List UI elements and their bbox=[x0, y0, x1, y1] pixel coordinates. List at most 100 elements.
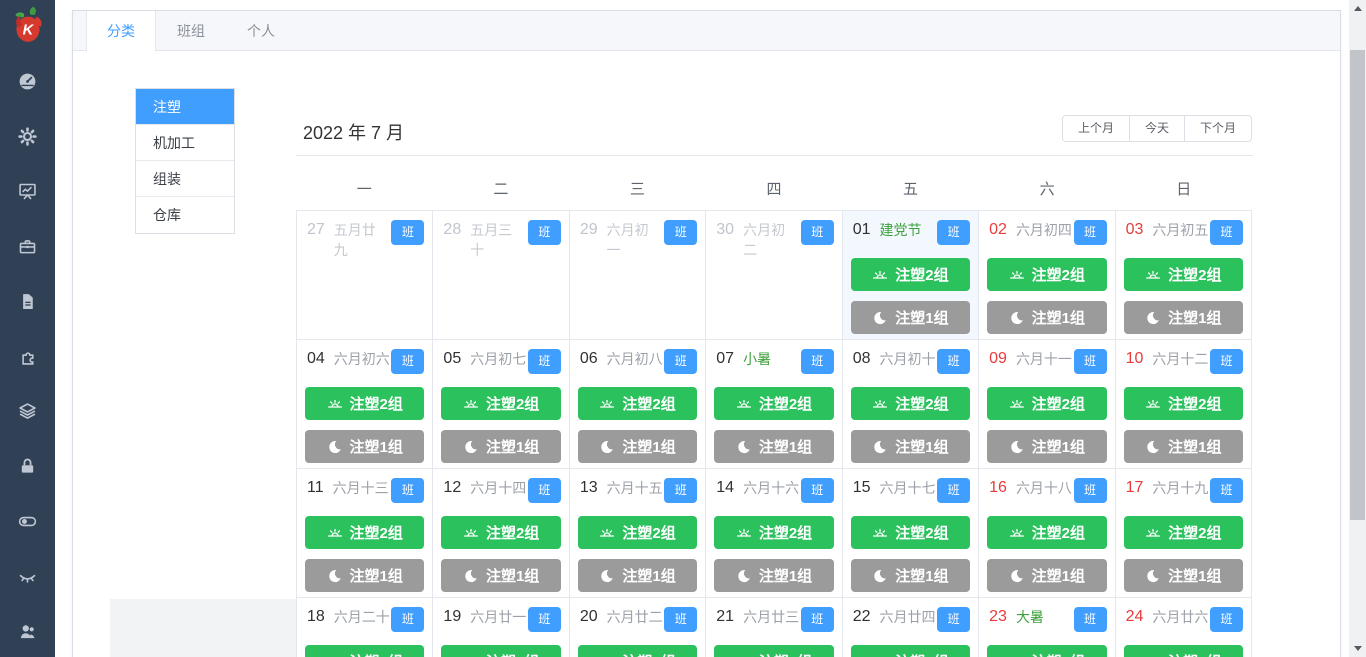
night-shift-button[interactable]: 注塑1组 bbox=[441, 430, 561, 463]
day-shift-button[interactable]: 注塑2组 bbox=[305, 387, 425, 420]
day-shift-button[interactable]: 注塑2组 bbox=[305, 516, 425, 549]
document-icon[interactable] bbox=[0, 290, 55, 312]
calendar-day-cell[interactable]: 08 六月初十 班 注塑2组 注塑1组 bbox=[842, 340, 980, 469]
calendar-day-cell[interactable]: 22 六月廿四 班 注塑2组 注塑1组 bbox=[842, 598, 980, 657]
category-item-0[interactable]: 注塑 bbox=[136, 89, 234, 125]
day-shift-button[interactable]: 注塑2组 bbox=[987, 387, 1107, 420]
calendar-day-cell[interactable]: 21 六月廿三 班 注塑2组 注塑1组 bbox=[706, 598, 843, 657]
night-shift-button[interactable]: 注塑1组 bbox=[714, 430, 834, 463]
calendar-day-cell[interactable]: 14 六月十六 班 注塑2组 注塑1组 bbox=[706, 469, 843, 598]
calendar-day-cell[interactable]: 30 六月初二 班 bbox=[706, 211, 843, 340]
night-shift-button[interactable]: 注塑1组 bbox=[987, 301, 1107, 334]
shift-type-badge[interactable]: 班 bbox=[1073, 220, 1107, 245]
shift-type-badge[interactable]: 班 bbox=[664, 220, 698, 245]
day-shift-button[interactable]: 注塑2组 bbox=[714, 645, 834, 657]
category-item-3[interactable]: 仓库 bbox=[136, 197, 234, 233]
briefcase-icon[interactable] bbox=[0, 235, 55, 257]
page-scrollbar[interactable] bbox=[1349, 0, 1366, 657]
category-item-1[interactable]: 机加工 bbox=[136, 125, 234, 161]
calendar-day-cell[interactable]: 06 六月初八 班 注塑2组 注塑1组 bbox=[569, 340, 707, 469]
day-shift-button[interactable]: 注塑2组 bbox=[305, 645, 425, 657]
shift-type-badge[interactable]: 班 bbox=[391, 478, 425, 503]
day-shift-button[interactable]: 注塑2组 bbox=[1123, 258, 1243, 291]
category-item-2[interactable]: 组装 bbox=[136, 161, 234, 197]
shift-type-badge[interactable]: 班 bbox=[1210, 607, 1243, 632]
night-shift-button[interactable]: 注塑1组 bbox=[850, 559, 971, 592]
prev-month-button[interactable]: 上个月 bbox=[1061, 115, 1130, 142]
calendar-day-cell[interactable]: 12 六月十四 班 注塑2组 注塑1组 bbox=[433, 469, 570, 598]
shift-type-badge[interactable]: 班 bbox=[527, 220, 561, 245]
next-month-button[interactable]: 下个月 bbox=[1183, 115, 1252, 142]
shift-type-badge[interactable]: 班 bbox=[527, 349, 561, 374]
night-shift-button[interactable]: 注塑1组 bbox=[441, 559, 561, 592]
day-shift-button[interactable]: 注塑2组 bbox=[577, 516, 698, 549]
night-shift-button[interactable]: 注塑1组 bbox=[850, 301, 971, 334]
shift-type-badge[interactable]: 班 bbox=[1210, 349, 1243, 374]
scrollbar-thumb[interactable] bbox=[1350, 50, 1365, 520]
day-shift-button[interactable]: 注塑2组 bbox=[1123, 645, 1243, 657]
shift-type-badge[interactable]: 班 bbox=[664, 349, 698, 374]
today-button[interactable]: 今天 bbox=[1128, 115, 1185, 142]
night-shift-button[interactable]: 注塑1组 bbox=[1123, 430, 1243, 463]
calendar-day-cell[interactable]: 02 六月初四 班 注塑2组 注塑1组 bbox=[979, 211, 1116, 340]
monitor-chart-icon[interactable] bbox=[0, 180, 55, 202]
scroll-down-arrow-icon[interactable] bbox=[1349, 640, 1366, 657]
calendar-day-cell[interactable]: 10 六月十二 班 注塑2组 注塑1组 bbox=[1115, 340, 1252, 469]
calendar-day-cell[interactable]: 07 小暑 班 注塑2组 注塑1组 bbox=[706, 340, 843, 469]
calendar-day-cell[interactable]: 11 六月十三 班 注塑2组 注塑1组 bbox=[297, 469, 434, 598]
shift-type-badge[interactable]: 班 bbox=[391, 607, 425, 632]
day-shift-button[interactable]: 注塑2组 bbox=[850, 645, 971, 657]
night-shift-button[interactable]: 注塑1组 bbox=[577, 559, 698, 592]
calendar-day-cell[interactable]: 09 六月十一 班 注塑2组 注塑1组 bbox=[979, 340, 1116, 469]
shift-type-badge[interactable]: 班 bbox=[1073, 607, 1107, 632]
shift-type-badge[interactable]: 班 bbox=[937, 220, 971, 245]
calendar-day-cell[interactable]: 03 六月初五 班 注塑2组 注塑1组 bbox=[1115, 211, 1252, 340]
users-icon[interactable] bbox=[0, 620, 55, 642]
day-shift-button[interactable]: 注塑2组 bbox=[850, 516, 971, 549]
shift-type-badge[interactable]: 班 bbox=[800, 349, 834, 374]
shift-type-badge[interactable]: 班 bbox=[800, 220, 834, 245]
shift-type-badge[interactable]: 班 bbox=[527, 607, 561, 632]
day-shift-button[interactable]: 注塑2组 bbox=[577, 645, 698, 657]
shift-type-badge[interactable]: 班 bbox=[527, 478, 561, 503]
day-shift-button[interactable]: 注塑2组 bbox=[441, 645, 561, 657]
calendar-day-cell[interactable]: 13 六月十五 班 注塑2组 注塑1组 bbox=[569, 469, 707, 598]
calendar-day-cell[interactable]: 20 六月廿二 班 注塑2组 注塑1组 bbox=[569, 598, 707, 657]
night-shift-button[interactable]: 注塑1组 bbox=[714, 559, 834, 592]
tab-item-1[interactable]: 班组 bbox=[156, 11, 226, 51]
night-shift-button[interactable]: 注塑1组 bbox=[987, 430, 1107, 463]
calendar-day-cell[interactable]: 05 六月初七 班 注塑2组 注塑1组 bbox=[433, 340, 570, 469]
day-shift-button[interactable]: 注塑2组 bbox=[987, 645, 1107, 657]
scroll-up-arrow-icon[interactable] bbox=[1349, 0, 1366, 17]
calendar-day-cell[interactable]: 19 六月廿一 班 注塑2组 注塑1组 bbox=[433, 598, 570, 657]
day-shift-button[interactable]: 注塑2组 bbox=[1123, 387, 1243, 420]
night-shift-button[interactable]: 注塑1组 bbox=[305, 430, 425, 463]
shift-type-badge[interactable]: 班 bbox=[1073, 478, 1107, 503]
night-shift-button[interactable]: 注塑1组 bbox=[305, 559, 425, 592]
shift-type-badge[interactable]: 班 bbox=[664, 607, 698, 632]
lock-icon[interactable] bbox=[0, 455, 55, 477]
calendar-day-cell[interactable]: 27 五月廿九 班 bbox=[297, 211, 434, 340]
calendar-day-cell[interactable]: 16 六月十八 班 注塑2组 注塑1组 bbox=[979, 469, 1116, 598]
calendar-day-cell[interactable]: 23 大暑 班 注塑2组 注塑1组 bbox=[979, 598, 1116, 657]
eye-closed-icon[interactable] bbox=[0, 565, 55, 587]
day-shift-button[interactable]: 注塑2组 bbox=[441, 516, 561, 549]
day-shift-button[interactable]: 注塑2组 bbox=[714, 516, 834, 549]
app-logo[interactable]: K bbox=[8, 5, 48, 47]
day-shift-button[interactable]: 注塑2组 bbox=[850, 387, 971, 420]
shift-type-badge[interactable]: 班 bbox=[800, 478, 834, 503]
toggle-icon[interactable] bbox=[0, 510, 55, 532]
calendar-day-cell[interactable]: 17 六月十九 班 注塑2组 注塑1组 bbox=[1115, 469, 1252, 598]
shift-type-badge[interactable]: 班 bbox=[391, 349, 425, 374]
night-shift-button[interactable]: 注塑1组 bbox=[1123, 559, 1243, 592]
layers-icon[interactable] bbox=[0, 400, 55, 422]
shift-type-badge[interactable]: 班 bbox=[391, 220, 425, 245]
calendar-day-cell[interactable]: 15 六月十七 班 注塑2组 注塑1组 bbox=[842, 469, 980, 598]
puzzle-icon[interactable] bbox=[0, 345, 55, 367]
calendar-day-cell[interactable]: 04 六月初六 班 注塑2组 注塑1组 bbox=[297, 340, 434, 469]
day-shift-button[interactable]: 注塑2组 bbox=[577, 387, 698, 420]
shift-type-badge[interactable]: 班 bbox=[937, 607, 971, 632]
shift-type-badge[interactable]: 班 bbox=[1210, 220, 1243, 245]
shift-type-badge[interactable]: 班 bbox=[664, 478, 698, 503]
tab-item-2[interactable]: 个人 bbox=[226, 11, 296, 51]
